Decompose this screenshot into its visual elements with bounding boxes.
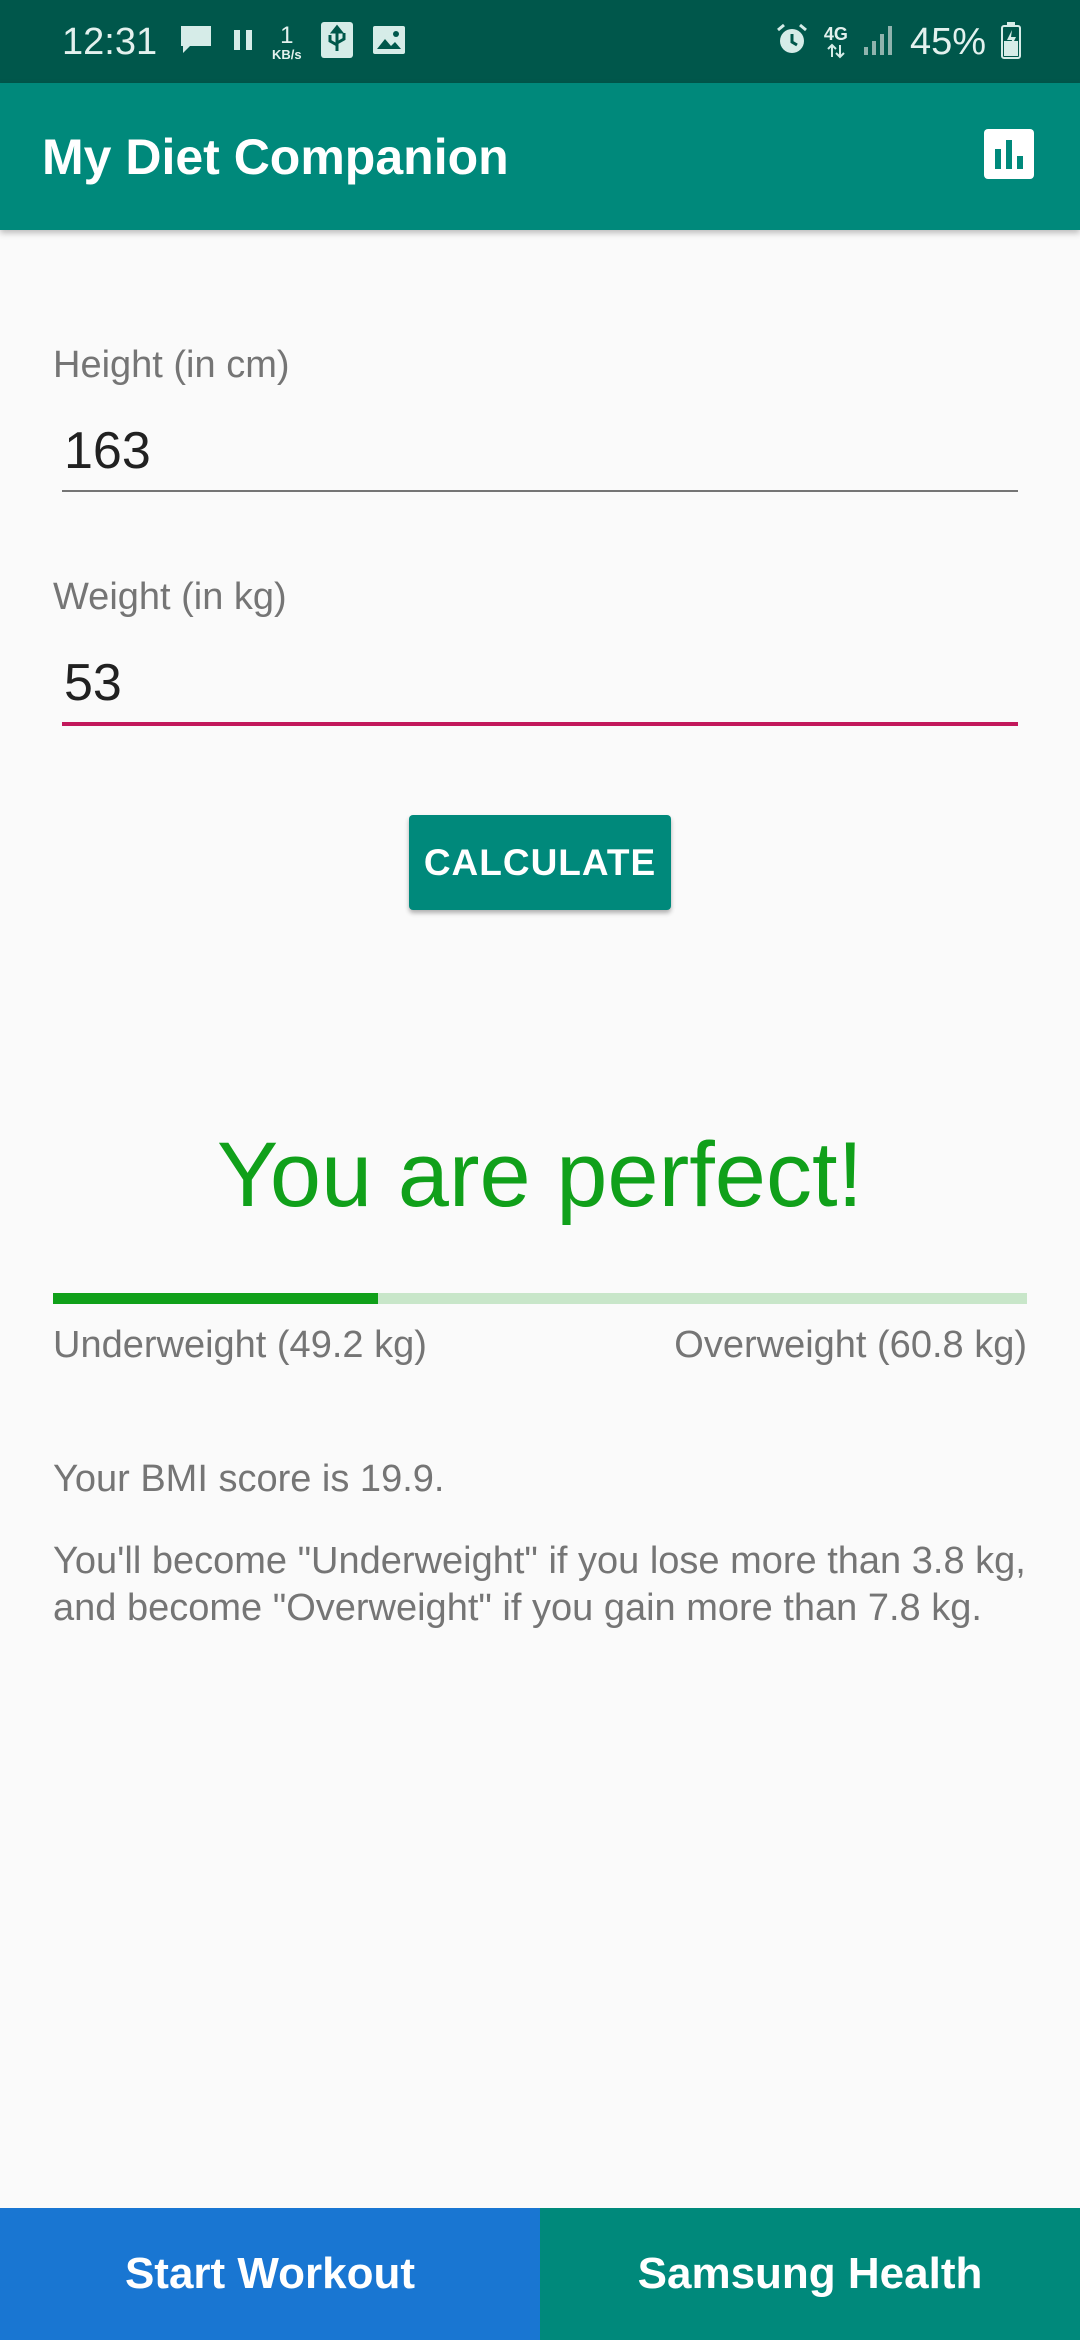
height-label: Height (in cm) xyxy=(53,344,290,386)
status-right-icons: 4G 45% xyxy=(774,18,1022,66)
bottom-action-bar: Start Workout Samsung Health xyxy=(0,2208,1080,2340)
statistics-button[interactable] xyxy=(978,125,1040,187)
weight-input[interactable] xyxy=(62,642,1018,724)
status-left-icons: 1 KB/s xyxy=(178,21,406,64)
result-title: You are perfect! xyxy=(216,1124,864,1226)
network-speed-value: 1 xyxy=(280,21,294,49)
status-bar: 12:31 1 KB/s 4G 45% xyxy=(0,0,1080,83)
4g-data-icon: 4G xyxy=(824,25,848,59)
image-icon xyxy=(372,24,406,61)
overweight-label: Overweight (60.8 kg) xyxy=(674,1324,1027,1366)
bmi-range-fill xyxy=(53,1293,379,1304)
bmi-range-bar xyxy=(53,1293,1027,1304)
pause-icon xyxy=(232,27,254,58)
battery-percentage: 45% xyxy=(909,20,986,63)
bar-chart-icon xyxy=(984,128,1034,184)
weight-advice-text: You'll become "Underweight" if you lose … xyxy=(53,1540,1026,1629)
calculate-button[interactable]: CALCULATE xyxy=(409,815,671,910)
underweight-label: Underweight (49.2 kg) xyxy=(53,1324,427,1366)
signal-icon xyxy=(862,23,896,62)
alarm-icon xyxy=(774,22,810,63)
usb-icon xyxy=(320,21,354,64)
height-input[interactable] xyxy=(62,410,1018,492)
bmi-score-text: Your BMI score is 19.9. xyxy=(53,1458,445,1500)
start-workout-button[interactable]: Start Workout xyxy=(0,2208,540,2340)
network-speed-unit: KB/s xyxy=(272,46,302,62)
weight-input-underline xyxy=(62,722,1018,726)
height-input-underline xyxy=(62,490,1018,492)
status-time: 12:31 xyxy=(62,21,158,63)
weight-label: Weight (in kg) xyxy=(53,576,287,618)
samsung-health-button[interactable]: Samsung Health xyxy=(540,2208,1080,2340)
message-icon xyxy=(178,23,214,62)
app-bar: My Diet Companion xyxy=(0,83,1080,230)
network-type: 4G xyxy=(823,24,848,44)
app-title: My Diet Companion xyxy=(42,129,509,185)
battery-charging-icon xyxy=(1000,21,1022,64)
network-speed-indicator: 1 KB/s xyxy=(272,21,302,62)
